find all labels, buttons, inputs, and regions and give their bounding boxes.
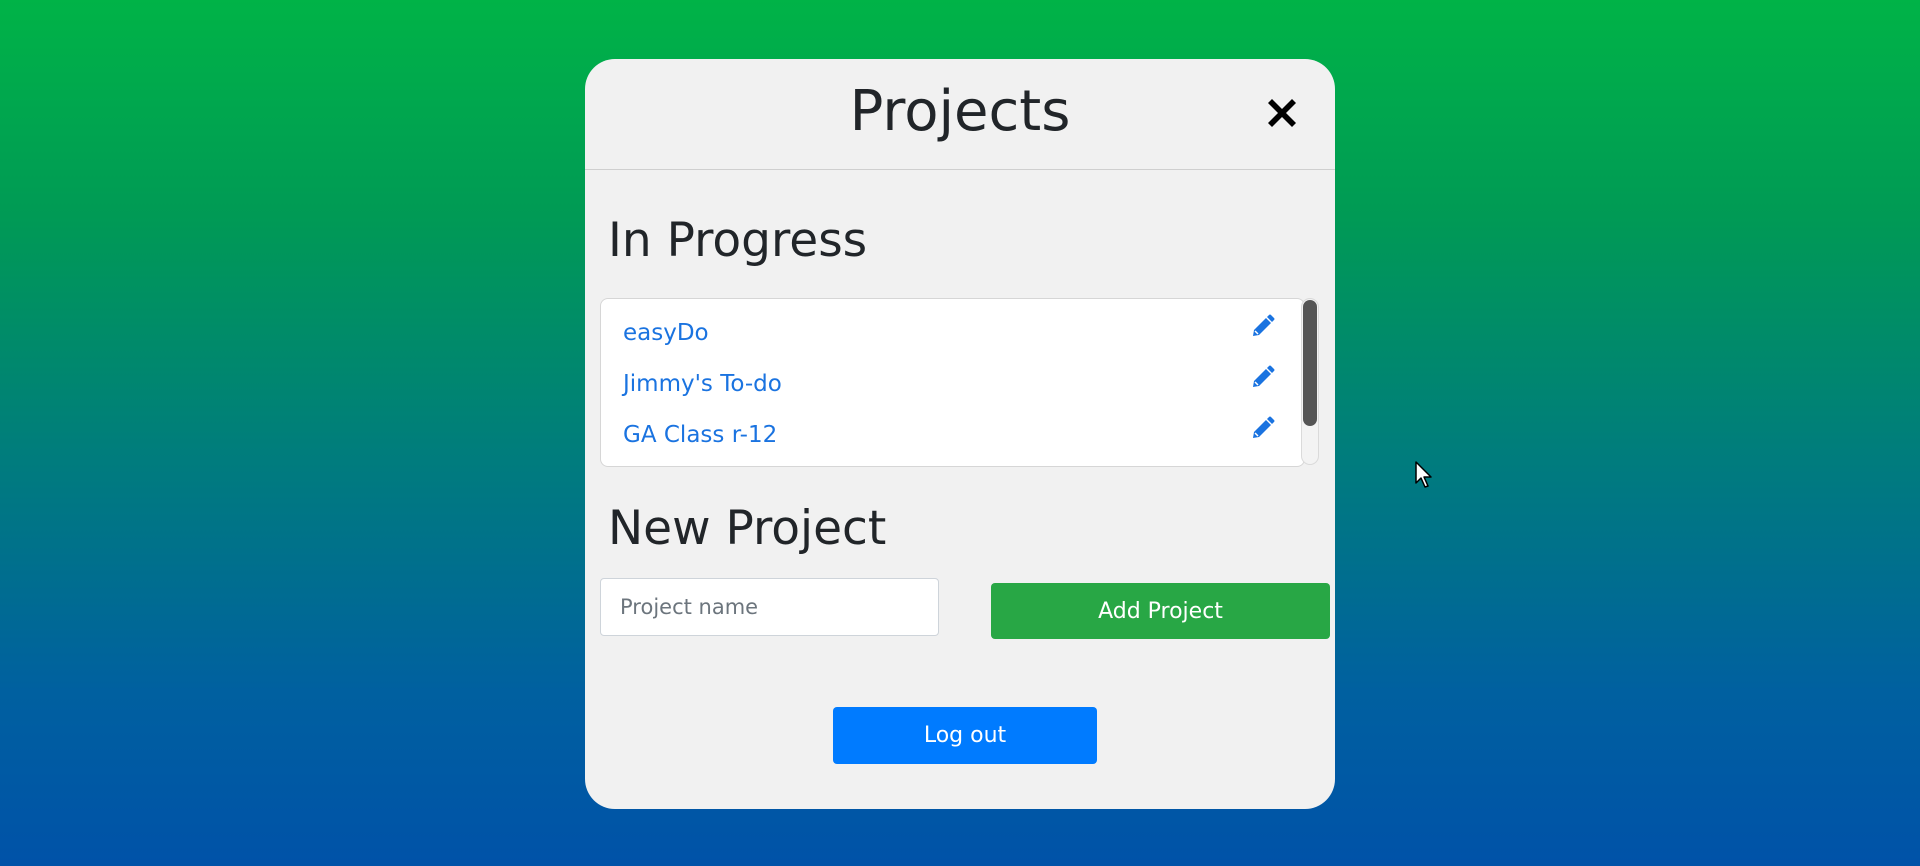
pencil-icon[interactable] xyxy=(1249,314,1275,340)
modal-title: Projects xyxy=(849,79,1071,144)
project-link[interactable]: easyDo xyxy=(623,316,709,350)
projects-modal: Projects In Progress easyDo Jimmy's To-d… xyxy=(585,59,1335,809)
project-link[interactable]: GA Class r-12 xyxy=(623,418,777,452)
close-icon[interactable] xyxy=(1262,93,1302,133)
project-name-input[interactable] xyxy=(600,578,939,636)
add-project-button[interactable]: Add Project xyxy=(991,583,1330,639)
list-scrollbar[interactable] xyxy=(1301,298,1319,465)
list-item: Jimmy's To-do xyxy=(601,359,1304,410)
modal-header: Projects xyxy=(585,59,1335,170)
mouse-cursor-icon xyxy=(1415,461,1435,491)
new-project-heading: New Project xyxy=(608,501,887,556)
list-item: easyDo xyxy=(601,308,1304,359)
pencil-icon[interactable] xyxy=(1249,365,1275,391)
pencil-icon[interactable] xyxy=(1249,416,1275,442)
scrollbar-thumb[interactable] xyxy=(1303,300,1317,426)
logout-button[interactable]: Log out xyxy=(833,707,1097,764)
in-progress-heading: In Progress xyxy=(608,213,868,268)
list-item: GA Class r-12 xyxy=(601,410,1304,461)
project-link[interactable]: Jimmy's To-do xyxy=(623,367,782,401)
project-list: easyDo Jimmy's To-do GA Class r-12 xyxy=(600,298,1305,467)
